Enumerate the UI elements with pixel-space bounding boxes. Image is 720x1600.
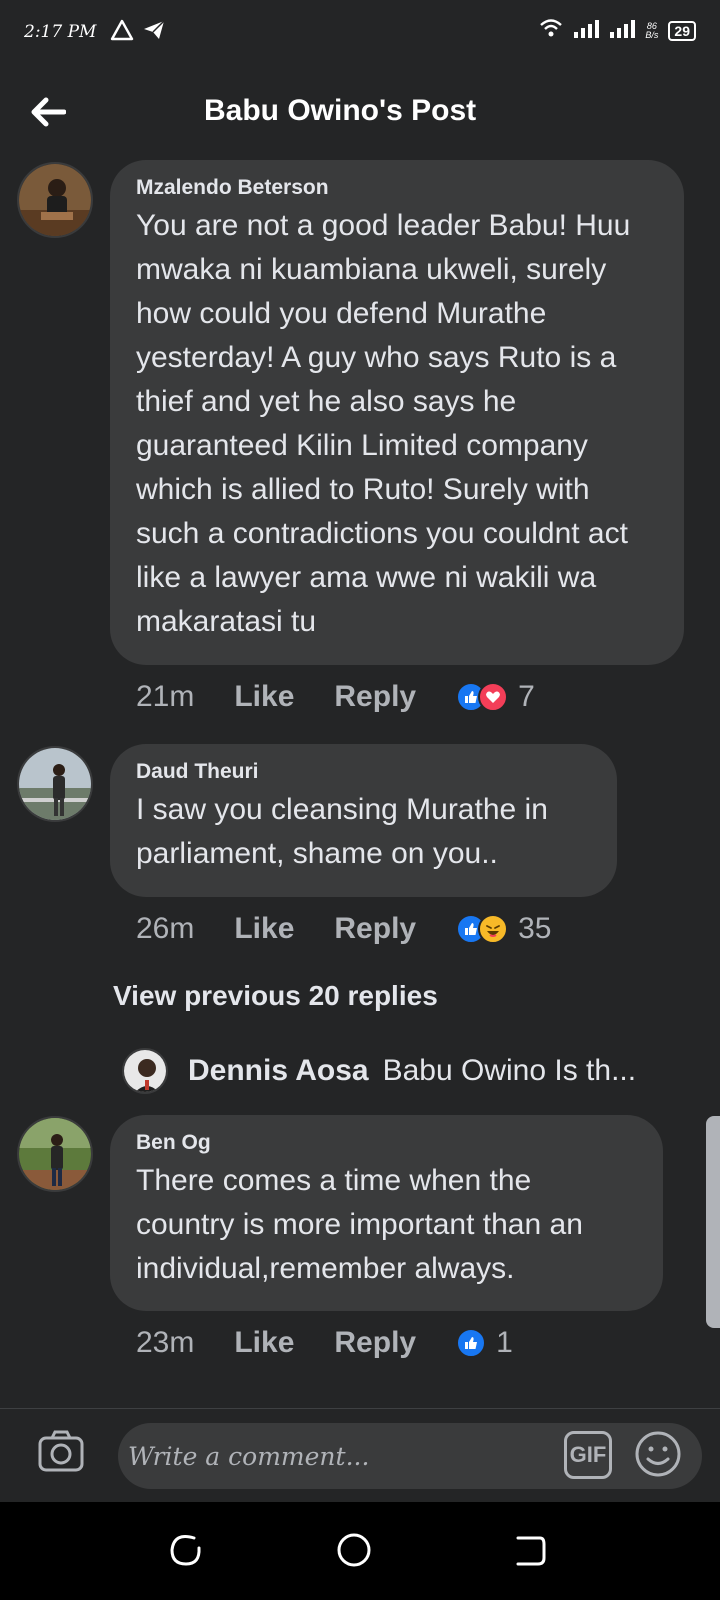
home-button[interactable] xyxy=(334,1530,374,1570)
comment-author[interactable]: Daud Theuri xyxy=(136,760,591,784)
comment-actions: 23m Like Reply 1 xyxy=(136,1326,513,1360)
comment-actions: 21m Like Reply 7 xyxy=(136,680,535,714)
like-button[interactable]: Like xyxy=(234,680,294,714)
comment-time[interactable]: 21m xyxy=(136,680,194,714)
reply-button[interactable]: Reply xyxy=(334,1326,416,1360)
comment-text: You are not a good leader Babu! Huu mwak… xyxy=(136,209,631,638)
comment-time[interactable]: 26m xyxy=(136,912,194,946)
emoji-button[interactable] xyxy=(633,1429,683,1479)
comment-composer: GIF xyxy=(0,1408,720,1502)
reaction-count[interactable]: 35 xyxy=(518,912,551,946)
status-time: 2:17 PM xyxy=(24,22,97,42)
view-previous-replies[interactable]: View previous 20 replies xyxy=(113,980,438,1012)
avatar[interactable] xyxy=(17,1116,93,1192)
like-icon xyxy=(456,1328,487,1358)
comment-author[interactable]: Ben Og xyxy=(136,1131,637,1155)
battery-indicator: 29 xyxy=(668,20,696,41)
telegram-icon xyxy=(142,19,166,46)
comment-bubble[interactable]: Ben Og There comes a time when the count… xyxy=(110,1115,663,1311)
reactions[interactable] xyxy=(456,914,509,944)
signal-icon-2 xyxy=(609,18,636,43)
wifi-icon xyxy=(539,18,563,43)
reactions[interactable] xyxy=(456,1328,487,1358)
system-nav-bar xyxy=(0,1502,720,1600)
avatar[interactable] xyxy=(17,746,93,822)
like-button[interactable]: Like xyxy=(234,1326,294,1360)
comment-text: I saw you cleansing Murathe in parliamen… xyxy=(136,793,548,870)
comment-bubble[interactable]: Daud Theuri I saw you cleansing Murathe … xyxy=(110,744,617,897)
status-bar: 2:17 PM 86 B/s 29 xyxy=(0,0,720,64)
like-button[interactable]: Like xyxy=(234,912,294,946)
reaction-count[interactable]: 1 xyxy=(496,1326,513,1360)
comment-input[interactable] xyxy=(118,1423,702,1489)
reply-author[interactable]: Dennis Aosa xyxy=(188,1054,369,1088)
reactions[interactable] xyxy=(456,682,509,712)
header: Babu Owino's Post xyxy=(0,78,720,148)
back-nav-button[interactable] xyxy=(510,1530,550,1570)
camera-icon xyxy=(38,1430,84,1472)
avatar[interactable] xyxy=(122,1048,168,1094)
comment-author[interactable]: Mzalendo Beterson xyxy=(136,176,658,200)
comment-actions: 26m Like Reply 35 xyxy=(136,912,551,946)
recents-button[interactable] xyxy=(166,1530,206,1570)
avatar[interactable] xyxy=(17,162,93,238)
reply-button[interactable]: Reply xyxy=(334,912,416,946)
home-icon xyxy=(337,1533,371,1567)
smiley-icon xyxy=(635,1431,681,1477)
gif-button[interactable]: GIF xyxy=(564,1431,612,1479)
reaction-count[interactable]: 7 xyxy=(518,680,535,714)
reply-text: Babu Owino Is th... xyxy=(382,1054,637,1087)
comment-time[interactable]: 23m xyxy=(136,1326,194,1360)
signal-icon xyxy=(573,18,600,43)
arrow-left-icon xyxy=(31,97,66,127)
net-speed: 86 B/s xyxy=(645,20,659,40)
warning-icon xyxy=(110,19,134,46)
comment-bubble[interactable]: Mzalendo Beterson You are not a good lea… xyxy=(110,160,684,665)
haha-icon xyxy=(478,914,509,944)
back-nav-icon xyxy=(516,1536,546,1566)
comment-text: There comes a time when the country is m… xyxy=(136,1164,583,1285)
scroll-handle[interactable] xyxy=(706,1116,720,1328)
reply-preview[interactable]: Dennis Aosa Babu Owino Is th... xyxy=(122,1046,636,1096)
camera-button[interactable] xyxy=(36,1427,86,1477)
page-title: Babu Owino's Post xyxy=(204,94,477,127)
love-icon xyxy=(478,682,509,712)
recents-icon xyxy=(170,1535,201,1566)
back-button[interactable] xyxy=(26,90,70,134)
reply-button[interactable]: Reply xyxy=(334,680,416,714)
